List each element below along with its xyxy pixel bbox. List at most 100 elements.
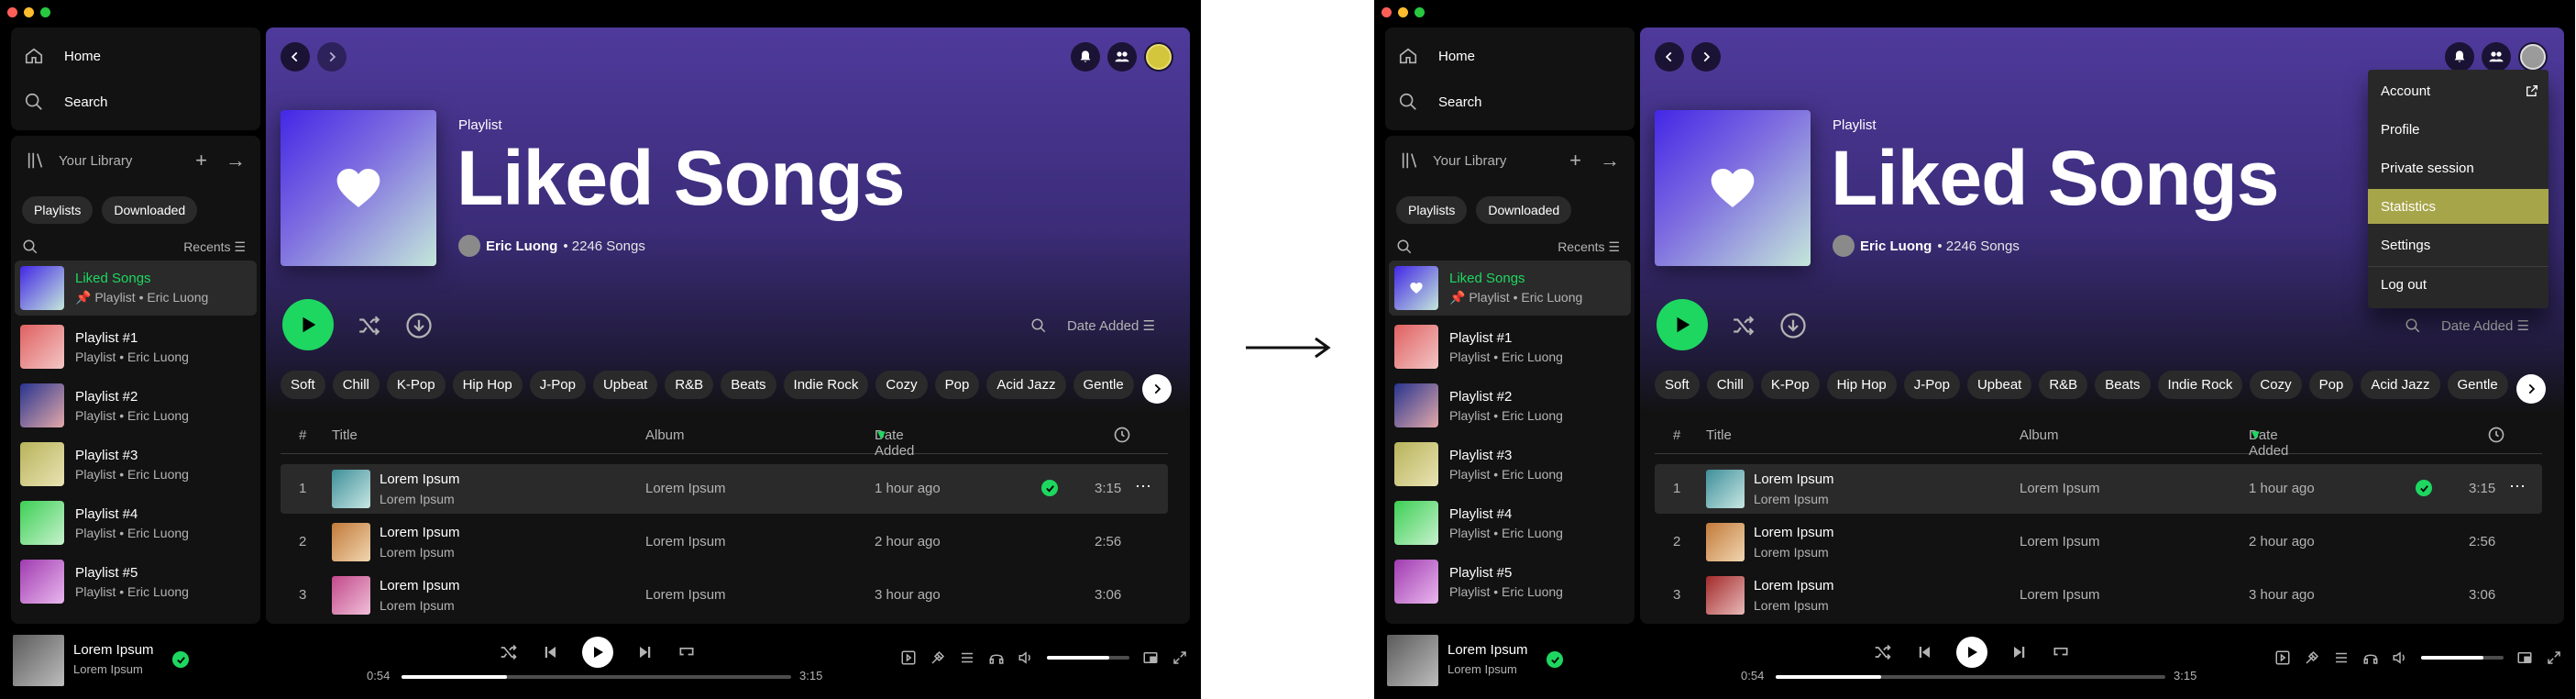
saved-check-icon[interactable] — [172, 651, 189, 668]
track-title[interactable]: Lorem Ipsum — [1754, 525, 1834, 540]
track-title[interactable]: Lorem Ipsum — [380, 525, 460, 540]
progress-bar[interactable] — [402, 675, 791, 679]
volume-slider[interactable] — [2421, 656, 2504, 660]
sort-recents[interactable]: Recents ☰ — [183, 239, 246, 255]
play-button[interactable] — [1657, 299, 1708, 350]
connect-device-icon[interactable] — [988, 649, 1005, 666]
owner-link[interactable]: Eric Luong — [486, 239, 557, 254]
play-pause-button[interactable] — [582, 637, 613, 668]
library-header[interactable]: Your Library — [26, 150, 132, 171]
shuffle-icon[interactable] — [1730, 314, 1757, 338]
track-artist[interactable]: Lorem Ipsum — [380, 492, 455, 506]
tag-chip[interactable]: Pop — [934, 371, 980, 399]
track-title[interactable]: Lorem Ipsum — [1754, 578, 1834, 594]
volume-icon[interactable] — [2392, 649, 2408, 666]
expand-button[interactable]: → — [1600, 149, 1620, 172]
back-button[interactable] — [1655, 42, 1684, 72]
menu-item-account[interactable]: Account — [2368, 73, 2548, 108]
shuffle-icon[interactable] — [356, 314, 383, 338]
track-artist[interactable]: Lorem Ipsum — [1754, 545, 1829, 560]
search-in-playlist-icon[interactable] — [1030, 317, 1047, 334]
track-title[interactable]: Lorem Ipsum — [1754, 472, 1834, 487]
tag-chip[interactable]: Gentle — [1073, 371, 1134, 399]
tag-chip[interactable]: K-Pop — [1760, 371, 1820, 399]
back-button[interactable] — [281, 42, 310, 72]
sort-recents[interactable]: Recents ☰ — [1558, 239, 1620, 255]
saved-check-icon[interactable] — [1547, 651, 1563, 668]
track-row[interactable]: 2 Lorem Ipsum Lorem Ipsum Lorem Ipsum 2 … — [1655, 517, 2542, 567]
track-row[interactable]: 1 Lorem Ipsum Lorem Ipsum Lorem Ipsum 1 … — [281, 464, 1168, 514]
tag-chip[interactable]: Acid Jazz — [986, 371, 1066, 399]
shuffle-icon[interactable] — [500, 643, 518, 661]
tag-chip[interactable]: Soft — [1655, 371, 1700, 399]
repeat-icon[interactable] — [2052, 643, 2070, 661]
fullscreen-icon[interactable] — [1172, 649, 1188, 666]
track-artist[interactable]: Lorem Ipsum — [1754, 492, 1829, 506]
tag-chip[interactable]: J-Pop — [529, 371, 586, 399]
now-playing-artist[interactable]: Lorem Ipsum — [73, 662, 143, 676]
connect-device-icon[interactable] — [2362, 649, 2379, 666]
menu-item-private-session[interactable]: Private session — [2368, 150, 2548, 185]
library-item-playlist-1[interactable]: Playlist #1 Playlist • Eric Luong — [15, 319, 257, 374]
library-item-playlist-2[interactable]: Playlist #2 Playlist • Eric Luong — [15, 378, 257, 433]
progress-bar[interactable] — [1776, 675, 2165, 679]
now-playing-title[interactable]: Lorem Ipsum — [73, 642, 154, 658]
now-playing-artist[interactable]: Lorem Ipsum — [1448, 662, 1517, 676]
tag-chip[interactable]: Hip Hop — [452, 371, 523, 399]
filter-playlists[interactable]: Playlists — [1396, 196, 1468, 224]
now-playing-thumb[interactable] — [1387, 635, 1438, 686]
nav-home[interactable]: Home — [24, 46, 101, 66]
previous-icon[interactable] — [542, 644, 558, 660]
volume-icon[interactable] — [1018, 649, 1034, 666]
tags-next-button[interactable] — [1142, 374, 1172, 404]
now-playing-view-icon[interactable] — [900, 649, 917, 666]
nav-home[interactable]: Home — [1398, 46, 1475, 66]
next-icon[interactable] — [637, 644, 654, 660]
more-options-icon[interactable]: ⋯ — [1135, 477, 1151, 496]
library-item-playlist-3[interactable]: Playlist #3 Playlist • Eric Luong — [15, 437, 257, 492]
tag-chip[interactable]: K-Pop — [386, 371, 446, 399]
forward-button[interactable] — [1691, 42, 1721, 72]
tag-chip[interactable]: Upbeat — [1966, 371, 2032, 399]
tag-chip[interactable]: Cozy — [2250, 371, 2302, 399]
tag-chip[interactable]: Cozy — [875, 371, 928, 399]
next-icon[interactable] — [2011, 644, 2028, 660]
track-title[interactable]: Lorem Ipsum — [380, 472, 460, 487]
download-icon[interactable] — [405, 312, 433, 339]
notifications-button[interactable] — [1071, 42, 1100, 72]
queue-icon[interactable] — [2333, 649, 2350, 666]
sort-dropdown[interactable]: Date Added ☰ — [1067, 317, 1155, 334]
library-search-icon[interactable] — [1396, 239, 1413, 255]
menu-item-log-out[interactable]: Log out — [2368, 266, 2548, 302]
download-icon[interactable] — [1779, 312, 1807, 339]
menu-item-settings[interactable]: Settings — [2368, 227, 2548, 262]
track-row[interactable]: 3 Lorem Ipsum Lorem Ipsum Lorem Ipsum 3 … — [281, 571, 1168, 620]
queue-icon[interactable] — [959, 649, 975, 666]
library-item-playlist-5[interactable]: Playlist #5 Playlist • Eric Luong — [15, 554, 257, 609]
miniplayer-icon[interactable] — [1142, 649, 1159, 666]
tags-next-button[interactable] — [2516, 374, 2546, 404]
library-item-playlist-2[interactable]: Playlist #2 Playlist • Eric Luong — [1389, 378, 1631, 433]
tag-chip[interactable]: J-Pop — [1903, 371, 1960, 399]
add-button[interactable]: + — [1569, 149, 1581, 172]
track-artist[interactable]: Lorem Ipsum — [380, 598, 455, 613]
track-album[interactable]: Lorem Ipsum — [645, 587, 726, 603]
track-album[interactable]: Lorem Ipsum — [645, 534, 726, 549]
track-album[interactable]: Lorem Ipsum — [2020, 534, 2100, 549]
filter-downloaded[interactable]: Downloaded — [1476, 196, 1572, 224]
filter-playlists[interactable]: Playlists — [22, 196, 94, 224]
lyrics-icon[interactable] — [930, 649, 946, 666]
filter-downloaded[interactable]: Downloaded — [102, 196, 198, 224]
tag-chip[interactable]: Pop — [2308, 371, 2354, 399]
add-button[interactable]: + — [195, 149, 207, 172]
library-item-playlist-5[interactable]: Playlist #5 Playlist • Eric Luong — [1389, 554, 1631, 609]
forward-button[interactable] — [317, 42, 347, 72]
previous-icon[interactable] — [1916, 644, 1932, 660]
now-playing-title[interactable]: Lorem Ipsum — [1448, 642, 1528, 658]
track-row[interactable]: 3 Lorem Ipsum Lorem Ipsum Lorem Ipsum 3 … — [1655, 571, 2542, 620]
library-item-playlist-4[interactable]: Playlist #4 Playlist • Eric Luong — [1389, 495, 1631, 550]
window-controls[interactable] — [7, 7, 50, 17]
menu-item-statistics[interactable]: Statistics — [2368, 189, 2548, 224]
lyrics-icon[interactable] — [2304, 649, 2320, 666]
shuffle-icon[interactable] — [1874, 643, 1892, 661]
